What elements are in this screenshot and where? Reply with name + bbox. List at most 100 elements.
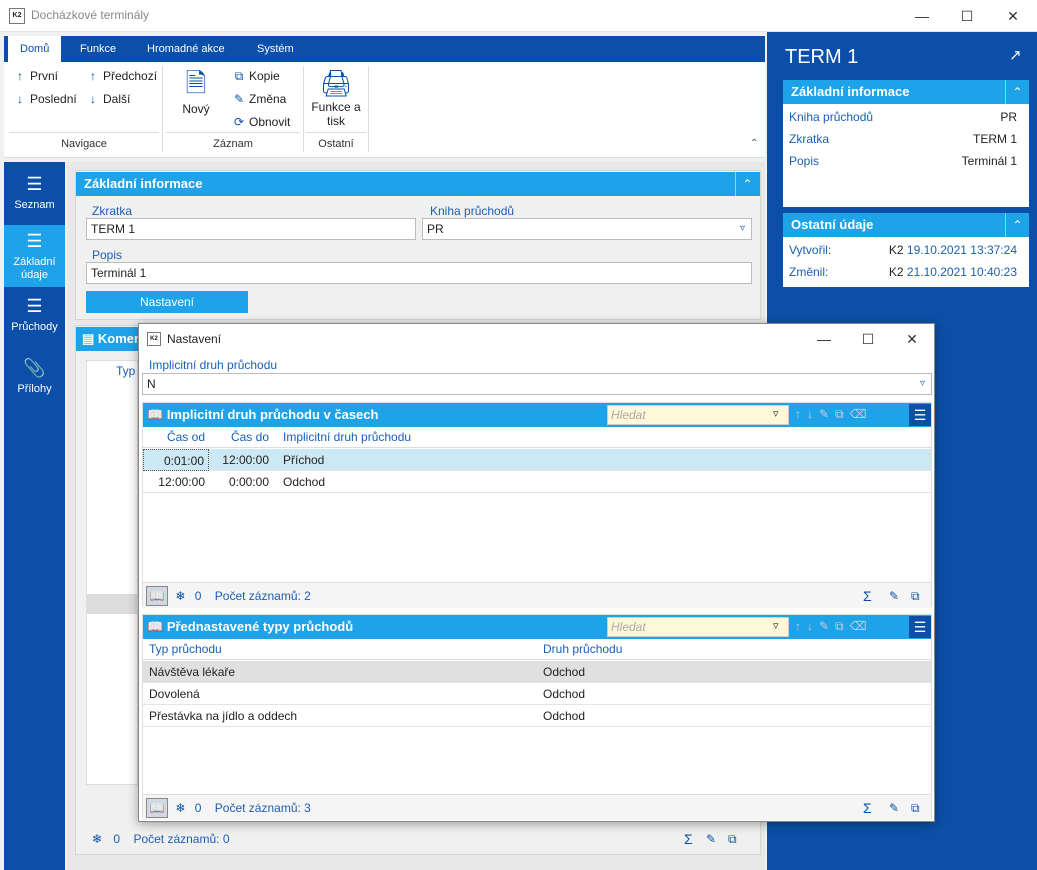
copy-button[interactable]: ⧉ Kopie <box>232 69 280 84</box>
tab-funkce[interactable]: Funkce <box>68 36 128 62</box>
cell-cas-do: 0:00:00 <box>228 475 269 489</box>
add-record-icon[interactable]: ⧉ <box>911 583 920 609</box>
add-record-icon[interactable]: ⧉ <box>911 795 920 821</box>
first-label: První <box>30 69 59 83</box>
ribbon-tabs: Domů Funkce Hromadné akce Systém <box>4 36 765 62</box>
tab-domu[interactable]: Domů <box>8 36 62 62</box>
grid-types-title: Přednastavené typy průchodů <box>166 619 354 634</box>
cell-druh: Odchod <box>543 687 586 701</box>
right-kniha-value: PR <box>1000 110 1017 124</box>
grid-types-status: 📖 ❄ 0 Počet záznamů: 3 Σ ✎ ⧉ <box>143 794 931 820</box>
collapse-ribbon-icon[interactable]: ⌃ <box>750 138 758 149</box>
snowflake-icon[interactable]: ❄ <box>92 832 102 846</box>
kniha-label: Kniha průchodů <box>430 204 515 218</box>
table-row[interactable]: 0:01:00 12:00:00 Příchod <box>143 449 931 471</box>
list-icon: ☰ <box>26 296 43 316</box>
group-ostatni: Ostatní <box>318 138 354 150</box>
next-button[interactable]: ↓ Další <box>86 92 130 106</box>
print-button[interactable]: 🖨 Funkce a tisk <box>306 68 366 128</box>
popout-icon[interactable]: ↗ <box>1009 46 1022 64</box>
edit-icon[interactable]: ✎ <box>706 826 716 852</box>
new-label: Nový <box>182 102 210 116</box>
last-button[interactable]: ↓ Poslední <box>13 92 77 106</box>
add-record-icon[interactable]: ⧉ <box>728 826 737 852</box>
snowflake-icon[interactable]: ❄ <box>175 589 185 603</box>
refresh-button[interactable]: ⟳ Obnovit <box>232 115 290 129</box>
tab-hromadne-akce[interactable]: Hromadné akce <box>135 36 237 62</box>
default-type-select[interactable]: N ▿ <box>142 373 932 395</box>
grid-types: 📖 Přednastavené typy průchodů Hledat ▿ ↑… <box>142 614 932 820</box>
tab-system[interactable]: Systém <box>245 36 306 62</box>
collapse-other-icon[interactable]: ⌃ <box>1005 213 1029 237</box>
dropdown-icon[interactable]: ▿ <box>740 219 745 239</box>
cell-typ: Návštěva lékaře <box>149 665 236 679</box>
zkratka-input[interactable]: TERM 1 <box>86 218 416 240</box>
popis-input[interactable]: Terminál 1 <box>86 262 752 284</box>
nav-prilohy[interactable]: 📎 Přílohy <box>4 352 65 410</box>
collapse-section-icon[interactable]: ⌃ <box>735 172 759 196</box>
grid-times-record-count: Počet záznamů: 2 <box>214 589 311 603</box>
dropdown-icon[interactable]: ▿ <box>920 374 925 394</box>
record-title: TERM 1 <box>785 46 859 68</box>
col-typ-pruchodu[interactable]: Typ průchodu <box>149 639 222 660</box>
grid-times-search[interactable]: Hledat <box>607 405 789 425</box>
dialog-title: Nastavení <box>167 332 222 346</box>
zkratka-label: Zkratka <box>92 204 133 218</box>
table-row[interactable]: Návštěva lékaře Odchod <box>143 661 931 683</box>
nav-prilohy-label: Přílohy <box>17 383 52 395</box>
collapse-basic-icon[interactable]: ⌃ <box>1005 80 1029 104</box>
dialog-maximize-icon[interactable]: ☐ <box>845 324 891 354</box>
window-title: Docházkové terminály <box>31 8 150 22</box>
previous-label: Předchozí <box>103 69 158 83</box>
edit-icon[interactable]: ✎ <box>889 583 899 609</box>
minimize-icon[interactable]: — <box>899 0 945 32</box>
grid-menu-icon[interactable]: ☰ <box>909 404 931 426</box>
close-icon[interactable]: ✕ <box>990 0 1036 32</box>
grid-types-toolbar-disabled: ↑↓✎⧉⌫ <box>795 619 873 633</box>
table-row[interactable]: Přestávka na jídlo a oddech Odchod <box>143 705 931 727</box>
change-label: Změna <box>249 92 287 106</box>
book-toggle-icon[interactable]: 📖 <box>146 586 168 606</box>
filter-icon[interactable]: ▿ <box>773 619 779 632</box>
nav-zakladni-udaje[interactable]: ☰ Základní údaje <box>4 225 65 287</box>
col-druh-pruchodu[interactable]: Druh průchodu <box>543 639 622 660</box>
nav-pruchody[interactable]: ☰ Průchody <box>4 290 65 348</box>
group-navigace: Navigace <box>61 138 107 150</box>
previous-button[interactable]: ↑ Předchozí <box>86 69 157 83</box>
col-cas-do[interactable]: Čas do <box>211 427 273 448</box>
refresh-icon: ⟳ <box>233 115 245 129</box>
dialog-app-logo: K2 <box>147 332 161 346</box>
arrow-down-icon: ↓ <box>17 92 23 106</box>
filter-icon[interactable]: ▿ <box>773 407 779 420</box>
cell-cas-do: 12:00:00 <box>222 453 269 467</box>
book-toggle-icon[interactable]: 📖 <box>146 798 168 818</box>
new-button[interactable]: 🗎 Nový <box>176 68 216 116</box>
table-row[interactable]: 12:00:00 0:00:00 Odchod <box>143 471 931 493</box>
grid-times: 📖 Implicitní druh průchodu v časech Hled… <box>142 402 932 609</box>
basic-info-box: Základní informace ⌃ Kniha průchodů PR Z… <box>783 80 1029 207</box>
settings-button[interactable]: Nastavení <box>86 291 248 313</box>
dialog-minimize-icon[interactable]: — <box>801 324 847 354</box>
cell-cas-od: 0:01:00 <box>143 449 209 471</box>
snowflake-icon[interactable]: ❄ <box>175 801 185 815</box>
nav-seznam[interactable]: ☰ Seznam <box>4 170 65 224</box>
sum-icon[interactable]: Σ <box>863 583 872 609</box>
sum-icon[interactable]: Σ <box>684 826 693 852</box>
comment-record-count: Počet záznamů: 0 <box>133 832 230 846</box>
col-cas-od[interactable]: Čas od <box>143 427 209 448</box>
maximize-icon[interactable]: ☐ <box>944 0 990 32</box>
grid-types-search[interactable]: Hledat <box>607 617 789 637</box>
edit-icon[interactable]: ✎ <box>889 795 899 821</box>
first-button[interactable]: ↑ První <box>13 69 58 83</box>
kniha-select[interactable]: PR ▿ <box>422 218 752 240</box>
dialog-close-icon[interactable]: ✕ <box>889 324 935 354</box>
change-button[interactable]: ✎ Změna <box>232 92 286 106</box>
col-implicitni-druh[interactable]: Implicitní druh průchodu <box>283 427 411 448</box>
table-row[interactable]: Dovolená Odchod <box>143 683 931 705</box>
grid-times-count: 0 <box>194 589 202 603</box>
nav-zakladni-udaje-label: Základní údaje <box>13 256 56 281</box>
comment-status-bar: ❄ 0 Počet záznamů: 0 Σ ✎ ⧉ <box>86 826 754 852</box>
list-icon: ☰ <box>26 174 43 194</box>
sum-icon[interactable]: Σ <box>863 795 872 821</box>
grid-menu-icon[interactable]: ☰ <box>909 616 931 638</box>
